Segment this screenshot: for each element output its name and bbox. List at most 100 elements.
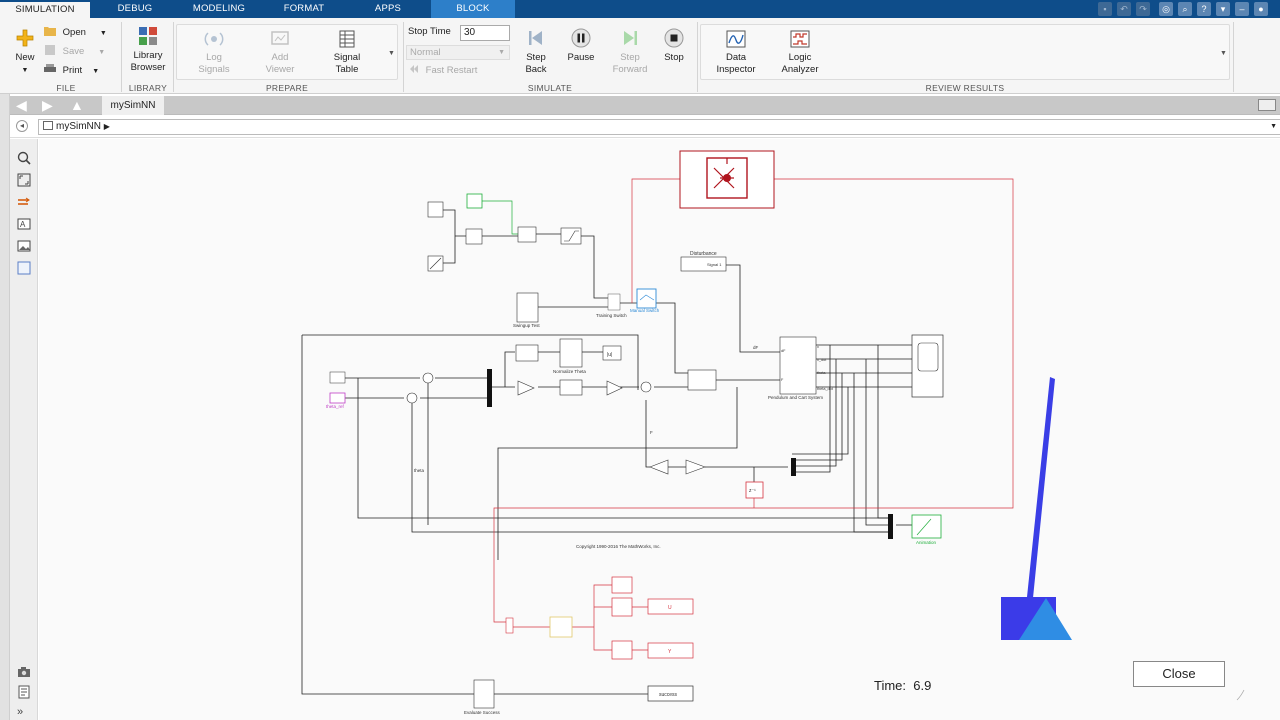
hide-explorer-icon[interactable]: ◂ [16,120,28,132]
properties-icon[interactable] [17,685,31,699]
save-icon [45,45,55,55]
data-inspector-icon [726,30,746,48]
save-icon[interactable]: ▪ [1098,2,1112,16]
image-icon[interactable] [17,239,31,253]
print-button[interactable]: Print ▼ [44,64,99,78]
ribbon-divider [173,22,174,92]
chevron-down-icon: ▼ [92,68,100,75]
fast-restart-toggle[interactable]: Fast Restart [409,64,477,78]
step-back-button[interactable]: Step Back [518,28,554,76]
stop-time-label: Stop Time [408,26,451,37]
viewer-icon [271,31,289,45]
window-edge [0,94,10,720]
minimize-icon[interactable]: – [1235,2,1249,16]
print-label: Print [62,65,83,76]
chevron-down-icon: ▼ [99,30,107,37]
add-label-2: Viewer [265,64,295,75]
logic-analyzer-icon [790,30,810,48]
arrow-right-icon[interactable] [17,195,31,209]
new-label: New [15,52,35,63]
toolstrip-tab-bar: SIMULATION DEBUG MODELING FORMAT APPS BL… [0,0,1280,18]
save-button[interactable]: Save ▼ [44,45,105,59]
help-icon[interactable]: ? [1197,2,1211,16]
library-browser-button[interactable]: Library Browser [126,26,170,74]
library-icon [139,27,157,45]
zoom-icon[interactable] [17,151,31,165]
step-fwd-label-2: Forward [612,64,648,75]
log-label-2: Signals [198,64,230,75]
signal-label-1: Signal [333,52,361,63]
pause-icon [571,28,591,48]
pendulum-animation [1001,377,1245,701]
new-button[interactable]: New ▼ [10,28,40,77]
logic-analyzer-label-2: Analyzer [781,64,819,75]
tab-block[interactable]: BLOCK [431,0,515,18]
data-inspector-label-1: Data [725,52,747,63]
printer-icon [44,64,56,72]
fit-to-view-icon[interactable] [17,173,31,187]
ribbon-divider [403,22,404,92]
logic-analyzer-button[interactable]: Logic Analyzer [776,30,824,76]
ribbon-divider [1233,22,1234,92]
collapse-icon[interactable]: ▾ [1216,2,1230,16]
step-forward-button[interactable]: Step Forward [610,28,650,76]
table-icon [339,30,355,48]
signal-label-2: Table [335,64,359,75]
signal-table-button[interactable]: Signal Table [325,30,369,76]
explorer-bar-toggle-icon[interactable] [1258,99,1276,111]
breadcrumb-model: mySimNN [56,121,101,132]
log-label-1: Log [206,52,222,63]
simulation-mode-select[interactable]: Normal ▼ [406,45,510,60]
back-arrow-icon[interactable]: ◀ [16,98,27,113]
double-chevron-icon[interactable]: » [17,705,31,719]
model-tab[interactable]: mySimNN [102,96,164,115]
ribbon-divider [697,22,698,92]
forward-arrow-icon[interactable]: ▶ [42,98,53,113]
undo-icon[interactable]: ↶ [1117,2,1131,16]
find-icon[interactable]: ◎ [1159,2,1173,16]
tab-debug[interactable]: DEBUG [100,0,170,18]
area-icon[interactable] [17,261,31,275]
tab-simulation[interactable]: SIMULATION [0,0,90,18]
fast-restart-label: Fast Restart [425,65,478,76]
breadcrumb[interactable]: mySimNN ▶ ▼ [38,119,1280,135]
step-fwd-label-1: Step [620,52,640,63]
data-inspector-button[interactable]: Data Inspector [712,30,760,76]
tab-format[interactable]: FORMAT [268,0,340,18]
simulink-window: SIMULATION DEBUG MODELING FORMAT APPS BL… [0,0,1280,720]
folder-icon [44,27,56,36]
redo-icon[interactable]: ↷ [1136,2,1150,16]
logic-analyzer-label-1: Logic [788,52,812,63]
open-button[interactable]: Open ▼ [44,26,107,40]
chevron-down-icon: ▼ [21,67,29,74]
stop-label: Stop [664,52,684,63]
close-button[interactable]: Close [1133,661,1225,687]
settings-icon[interactable]: ● [1254,2,1268,16]
add-viewer-button[interactable]: Add Viewer [258,30,302,76]
search-icon[interactable]: ⌕ [1178,2,1192,16]
chevron-down-icon: ▼ [1270,123,1277,130]
step-back-label-1: Step [526,52,546,63]
prepare-section-label: PREPARE [265,83,309,93]
library-section-label: LIBRARY [128,83,168,93]
log-signals-button[interactable]: Log Signals [192,30,236,76]
review-section-label: REVIEW RESULTS [925,83,1005,93]
stop-time-input[interactable]: 30 [460,25,510,41]
annotation-icon[interactable]: A [17,217,31,231]
chevron-down-icon: ▼ [98,49,106,56]
model-canvas[interactable]: Disturbance Signal 1 Swingup Test Traini… [39,139,1280,720]
time-value: 6.9 [913,678,932,693]
stop-button[interactable]: Stop [656,28,692,64]
step-back-icon [529,31,542,45]
pendulum-rod [1027,377,1055,598]
pause-button[interactable]: Pause [563,28,599,64]
stop-icon [664,28,684,48]
camera-icon[interactable] [17,665,31,679]
tab-modeling[interactable]: MODELING [180,0,258,18]
up-arrow-icon[interactable]: ▲ [70,98,84,113]
library-label-1: Library [133,50,163,61]
tab-apps[interactable]: APPS [352,0,424,18]
simulate-section-label: SIMULATE [527,83,573,93]
gallery-expand-icon[interactable]: ▼ [1220,50,1227,57]
gallery-expand-icon[interactable]: ▼ [388,50,395,57]
